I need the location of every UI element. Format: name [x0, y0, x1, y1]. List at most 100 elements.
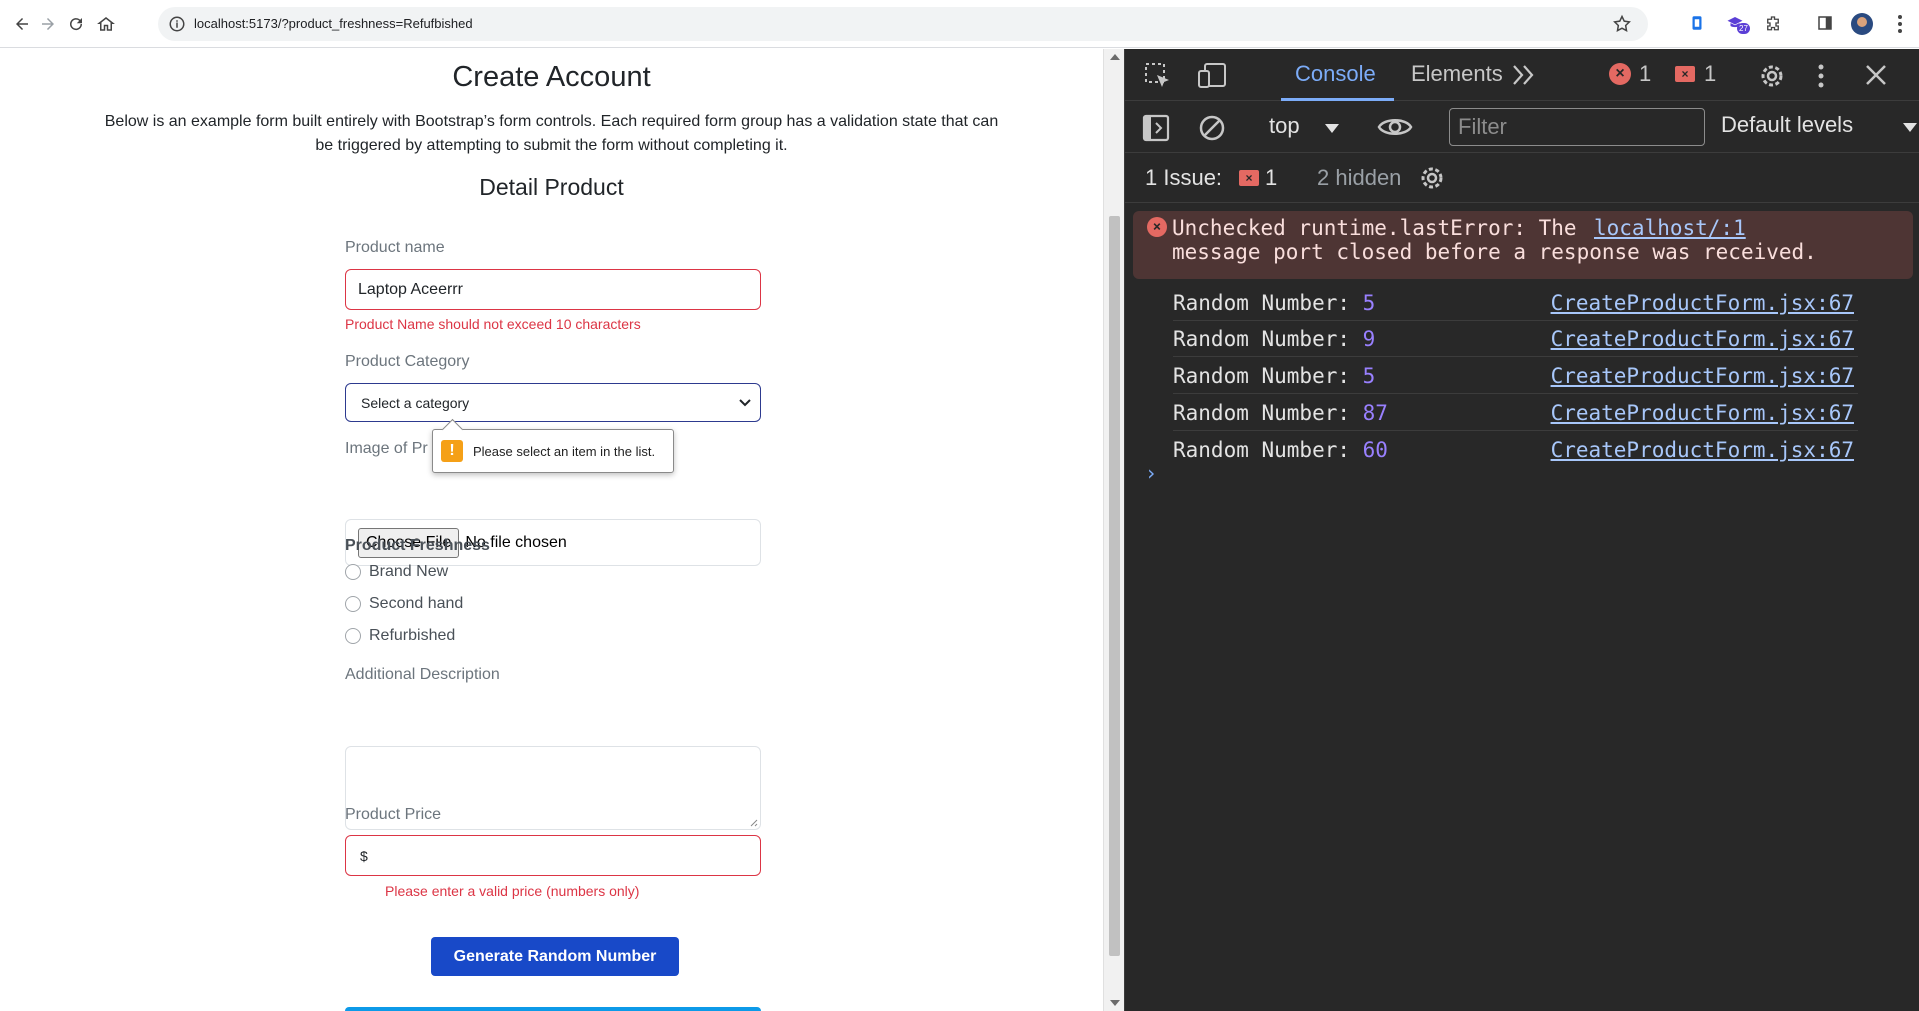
- more-options-icon[interactable]: [1813, 61, 1829, 91]
- extension-badge: 27: [1737, 23, 1750, 34]
- url-text[interactable]: localhost:5173/?product_freshness=Refufb…: [194, 16, 473, 31]
- close-icon[interactable]: [1863, 62, 1889, 88]
- context-selector[interactable]: top: [1269, 113, 1300, 139]
- chevron-down-icon: [739, 399, 751, 407]
- home-icon: [97, 17, 115, 31]
- product-category-select[interactable]: Select a category: [345, 383, 761, 422]
- address-bar[interactable]: localhost:5173/?product_freshness=Refufb…: [158, 7, 1648, 41]
- forward-button[interactable]: [36, 12, 60, 36]
- log-source-link[interactable]: CreateProductForm.jsx:67: [1551, 364, 1854, 388]
- context-dropdown-icon[interactable]: [1325, 124, 1339, 133]
- levels-dropdown-icon[interactable]: [1903, 123, 1917, 132]
- filter-placeholder: Filter: [1458, 114, 1507, 139]
- error-count-icon[interactable]: ×: [1609, 63, 1631, 85]
- validation-tooltip: ! Please select an item in the list.: [432, 429, 674, 473]
- product-price-input[interactable]: $: [345, 835, 761, 876]
- log-value: 60: [1362, 438, 1388, 462]
- reload-icon: [70, 18, 83, 31]
- issues-bar: 1 Issue: × 1 2 hidden: [1125, 153, 1919, 203]
- more-tabs-icon[interactable]: [1511, 63, 1537, 87]
- issues-badge-count[interactable]: 1: [1265, 165, 1277, 191]
- profile-avatar[interactable]: [1851, 13, 1873, 35]
- log-label: Random Number:: [1173, 401, 1363, 425]
- side-panel-button[interactable]: [1814, 12, 1836, 34]
- issues-settings-gear-icon[interactable]: [1417, 163, 1447, 193]
- section-title: Detail Product: [479, 174, 624, 200]
- resize-grip-icon[interactable]: [748, 817, 758, 827]
- clear-console-icon[interactable]: [1197, 113, 1227, 143]
- product-name-error: Product Name should not exceed 10 charac…: [345, 316, 641, 332]
- page-title: Create Account: [452, 61, 651, 93]
- side-panel-icon: [1818, 16, 1832, 30]
- forward-arrow-icon: [42, 18, 54, 30]
- product-price-label: Product Price: [345, 806, 442, 823]
- tooltip-text: Please select an item in the list.: [473, 443, 656, 459]
- log-source-link[interactable]: CreateProductForm.jsx:67: [1551, 438, 1854, 462]
- radio-brand-new[interactable]: Brand New: [345, 563, 448, 581]
- extensions-menu-button[interactable]: [1762, 12, 1784, 34]
- product-name-label: Product name: [345, 239, 445, 256]
- price-value: $: [360, 847, 368, 864]
- tab-elements[interactable]: Elements: [1411, 61, 1503, 87]
- generate-random-number-button[interactable]: Generate Random Number: [431, 937, 679, 976]
- issues-label[interactable]: 1 Issue:: [1145, 165, 1222, 191]
- eye-icon[interactable]: [1377, 113, 1413, 141]
- page-description: Below is an example form built entirely …: [104, 113, 999, 154]
- product-image-label: Image of Pr: [345, 440, 428, 457]
- console-prompt-chevron-icon[interactable]: ›: [1145, 461, 1157, 485]
- console-filter-input[interactable]: Filter: [1449, 108, 1705, 146]
- radio-circle[interactable]: [345, 564, 361, 580]
- reload-button[interactable]: [64, 12, 88, 36]
- inspect-element-icon[interactable]: [1143, 61, 1173, 91]
- hidden-issues-label[interactable]: 2 hidden: [1317, 165, 1401, 191]
- error-message-text: Unchecked runtime.lastError: The message…: [1172, 216, 1817, 264]
- log-row: Random Number: 5 CreateProductForm.jsx:6…: [1173, 284, 1858, 321]
- sidebar-toggle-icon[interactable]: [1141, 113, 1171, 143]
- error-message: × Unchecked runtime.lastError: The messa…: [1133, 211, 1913, 279]
- device-toolbar-icon[interactable]: [1197, 61, 1229, 91]
- devtools-panel: Console Elements × 1 × 1 top Filter Defa…: [1124, 49, 1919, 1011]
- freshness-label: Product Freshness: [345, 537, 490, 554]
- log-value: 5: [1362, 364, 1376, 388]
- tab-console[interactable]: Console: [1295, 61, 1376, 87]
- log-row: Random Number: 87 CreateProductForm.jsx:…: [1173, 394, 1858, 431]
- issue-flag-icon[interactable]: ×: [1675, 66, 1695, 82]
- page-scrollbar[interactable]: [1103, 49, 1124, 1011]
- log-source-link[interactable]: CreateProductForm.jsx:67: [1551, 401, 1854, 425]
- log-label: Random Number:: [1173, 438, 1363, 462]
- radio-circle[interactable]: [345, 628, 361, 644]
- error-source-link[interactable]: localhost/:1: [1594, 216, 1746, 240]
- radio-label: Refurbished: [369, 627, 456, 644]
- error-icon: ×: [1147, 217, 1167, 237]
- product-name-input[interactable]: Laptop Aceerrr: [345, 269, 761, 310]
- issue-count[interactable]: 1: [1704, 61, 1716, 87]
- browser-menu-button[interactable]: [1892, 12, 1908, 36]
- radio-second-hand[interactable]: Second hand: [345, 595, 463, 613]
- submit-button-partial[interactable]: [345, 1007, 761, 1011]
- extension-button-badged[interactable]: 27: [1724, 12, 1750, 34]
- browser-toolbar: localhost:5173/?product_freshness=Refufb…: [0, 0, 1919, 48]
- log-text: Random Number: 60: [1173, 438, 1388, 462]
- back-arrow-icon: [16, 18, 28, 30]
- back-button[interactable]: [10, 12, 34, 36]
- radio-refurbished[interactable]: Refurbished: [345, 627, 455, 645]
- scroll-down-icon[interactable]: [1110, 1000, 1120, 1006]
- error-count[interactable]: 1: [1639, 61, 1651, 87]
- issue-flag-icon[interactable]: ×: [1239, 170, 1259, 186]
- log-row: Random Number: 9 CreateProductForm.jsx:6…: [1173, 320, 1858, 357]
- log-label: Random Number:: [1173, 364, 1363, 388]
- radio-circle[interactable]: [345, 596, 361, 612]
- settings-gear-icon[interactable]: [1757, 61, 1787, 91]
- bookmark-star-icon[interactable]: [1612, 14, 1632, 34]
- log-label: Random Number:: [1173, 291, 1363, 315]
- home-button[interactable]: [94, 12, 118, 36]
- extension-button[interactable]: [1686, 12, 1708, 34]
- radio-label: Brand New: [369, 563, 449, 580]
- log-source-link[interactable]: CreateProductForm.jsx:67: [1551, 291, 1854, 315]
- log-levels-dropdown[interactable]: Default levels: [1721, 112, 1853, 138]
- log-source-link[interactable]: CreateProductForm.jsx:67: [1551, 327, 1854, 351]
- scrollbar-thumb[interactable]: [1109, 216, 1120, 956]
- site-info-icon[interactable]: [168, 15, 186, 33]
- scroll-up-icon[interactable]: [1110, 54, 1120, 60]
- log-label: Random Number:: [1173, 327, 1363, 351]
